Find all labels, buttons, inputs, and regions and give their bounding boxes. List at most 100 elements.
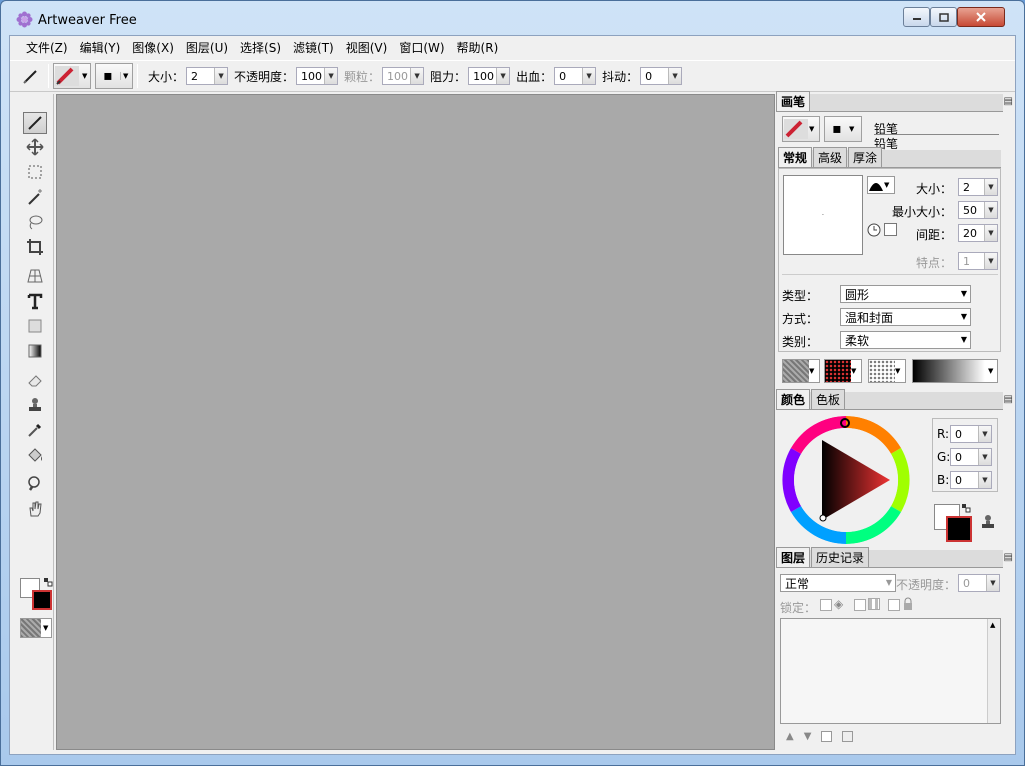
marquee-tool[interactable] — [23, 161, 47, 183]
blue-field[interactable]: 0 ▼ — [950, 471, 992, 489]
magic-wand-tool[interactable] — [23, 186, 47, 208]
move-tool[interactable] — [23, 136, 47, 158]
red-field[interactable]: 0 ▼ — [950, 425, 992, 443]
options-toolbar: ▼ ▪ ▼ 大小： 2 ▼ 不透明度： 100 ▼ 颗粒： 100 ▼ 阻力： 100 ▼… — [10, 60, 1015, 92]
layers-list[interactable] — [780, 618, 1001, 724]
move-layer-up-icon[interactable]: ▲ — [786, 731, 794, 742]
zoom-tool[interactable] — [23, 473, 47, 495]
menu-file[interactable]: 文件(Z) — [20, 39, 74, 56]
panel-menu-icon[interactable]: ▤ — [1004, 96, 1013, 107]
min-size-field[interactable]: 50 ▼ — [958, 201, 998, 219]
blend-mode-dropdown[interactable]: 正常 ▼ — [780, 574, 896, 592]
size-field[interactable]: 2 ▼ — [186, 67, 229, 85]
shape-tool[interactable] — [23, 315, 47, 337]
chevron-down-icon[interactable]: ▼ — [984, 179, 997, 195]
menu-filter[interactable]: 滤镜(T) — [287, 39, 340, 56]
brush-preset-button[interactable]: ▼ — [53, 63, 91, 89]
canvas-area[interactable] — [56, 94, 775, 750]
chevron-down-icon[interactable]: ▼ — [978, 426, 991, 442]
foreground-color-swatch[interactable] — [32, 590, 52, 610]
title-bar[interactable]: Artweaver Free — [1, 1, 1024, 35]
lock-transparency-checkbox[interactable] — [820, 599, 832, 611]
green-field[interactable]: 0 ▼ — [950, 448, 992, 466]
bleed-value: 0 — [559, 69, 567, 83]
menu-edit[interactable]: 编辑(Y) — [74, 39, 127, 56]
panel-menu-icon[interactable]: ▤ — [1004, 552, 1013, 563]
duplicate-layer-icon[interactable] — [842, 730, 854, 742]
close-button[interactable] — [957, 7, 1005, 27]
brush-profile-selector[interactable]: ▼ — [867, 176, 895, 194]
menu-layer[interactable]: 图层(U) — [180, 39, 234, 56]
brush-category-button[interactable]: ▼ — [782, 116, 820, 142]
method-dropdown[interactable]: 温和封面 ▼ — [840, 308, 971, 326]
menu-window[interactable]: 窗口(W) — [393, 39, 450, 56]
tab-history[interactable]: 历史记录 — [811, 547, 870, 567]
tab-swatches[interactable]: 色板 — [811, 389, 846, 409]
layers-scrollbar[interactable]: ▲ — [987, 619, 1000, 723]
swap-colors-icon[interactable] — [962, 504, 971, 513]
tab-brush[interactable]: 画笔 — [776, 91, 811, 111]
menu-help[interactable]: 帮助(R) — [451, 39, 505, 56]
lasso-tool[interactable] — [23, 211, 47, 233]
texture-swatch[interactable]: ▼ — [782, 359, 820, 383]
chevron-down-icon[interactable]: ▼ — [496, 68, 510, 84]
chevron-down-icon[interactable]: ▼ — [582, 68, 596, 84]
eraser-tool[interactable] — [23, 369, 47, 391]
text-tool[interactable] — [23, 290, 47, 312]
gradient-tool[interactable] — [23, 340, 47, 362]
chevron-down-icon[interactable]: ▼ — [978, 449, 991, 465]
kind-dropdown[interactable]: 柔软 ▼ — [840, 331, 971, 349]
gradient-swatch[interactable]: ▼ — [912, 359, 998, 383]
chevron-down-icon[interactable]: ▼ — [984, 225, 997, 241]
texture-selector[interactable]: ▼ — [20, 618, 52, 638]
spacing-field[interactable]: 20 ▼ — [958, 224, 998, 242]
scroll-up-icon[interactable]: ▲ — [990, 621, 995, 629]
tab-color[interactable]: 颜色 — [776, 389, 811, 409]
perspective-tool[interactable] — [23, 265, 47, 287]
chevron-down-icon[interactable]: ▼ — [324, 68, 338, 84]
brush-tool-icon[interactable] — [18, 64, 44, 88]
jitter-field[interactable]: 0 ▼ — [640, 67, 683, 85]
bleed-field[interactable]: 0 ▼ — [554, 67, 597, 85]
brush-size-label: 大小： — [916, 182, 953, 196]
pattern-swatch[interactable]: ▼ — [824, 359, 862, 383]
tab-advanced[interactable]: 高级 — [813, 147, 848, 167]
menu-select[interactable]: 选择(S) — [234, 39, 287, 56]
brush-size-field[interactable]: 2 ▼ — [958, 178, 998, 196]
menu-image[interactable]: 图像(X) — [126, 39, 180, 56]
color-wheel[interactable] — [782, 416, 910, 544]
tab-layers[interactable]: 图层 — [776, 547, 811, 567]
move-layer-down-icon[interactable]: ▼ — [804, 731, 812, 742]
eyedropper-tool[interactable] — [23, 419, 47, 441]
chevron-down-icon[interactable]: ▼ — [984, 202, 997, 218]
new-layer-icon[interactable] — [821, 730, 833, 742]
swap-colors-icon[interactable] — [44, 578, 53, 587]
foreground-color-swatch[interactable] — [946, 516, 972, 542]
brush-tip-button[interactable]: ▪ ▼ — [824, 116, 862, 142]
panel-menu-icon[interactable]: ▤ — [1004, 394, 1013, 405]
lock-image-checkbox[interactable] — [854, 599, 866, 611]
clock-icon — [867, 223, 881, 237]
minimize-button[interactable] — [903, 7, 930, 27]
lock-all-checkbox[interactable] — [888, 599, 900, 611]
grain-swatch[interactable]: ▼ — [868, 359, 906, 383]
menu-view[interactable]: 视图(V) — [340, 39, 394, 56]
stamp-icon[interactable] — [980, 514, 996, 530]
hand-tool[interactable] — [23, 498, 47, 520]
tab-general[interactable]: 常规 — [778, 147, 813, 167]
brush-tool[interactable] — [23, 112, 47, 134]
maximize-button[interactable] — [930, 7, 957, 27]
pencil-icon — [55, 66, 79, 86]
chevron-down-icon[interactable]: ▼ — [978, 472, 991, 488]
opacity-field[interactable]: 100 ▼ — [296, 67, 339, 85]
clone-stamp-tool[interactable] — [23, 394, 47, 416]
tab-impasto[interactable]: 厚涂 — [848, 147, 883, 167]
paint-bucket-tool[interactable] — [23, 444, 47, 466]
crop-tool[interactable] — [23, 236, 47, 258]
brush-shape-button[interactable]: ▪ ▼ — [95, 63, 133, 89]
chevron-down-icon[interactable]: ▼ — [214, 68, 228, 84]
pressure-checkbox[interactable] — [884, 223, 897, 236]
resistance-field[interactable]: 100 ▼ — [468, 67, 511, 85]
type-dropdown[interactable]: 圆形 ▼ — [840, 285, 971, 303]
chevron-down-icon[interactable]: ▼ — [668, 68, 682, 84]
